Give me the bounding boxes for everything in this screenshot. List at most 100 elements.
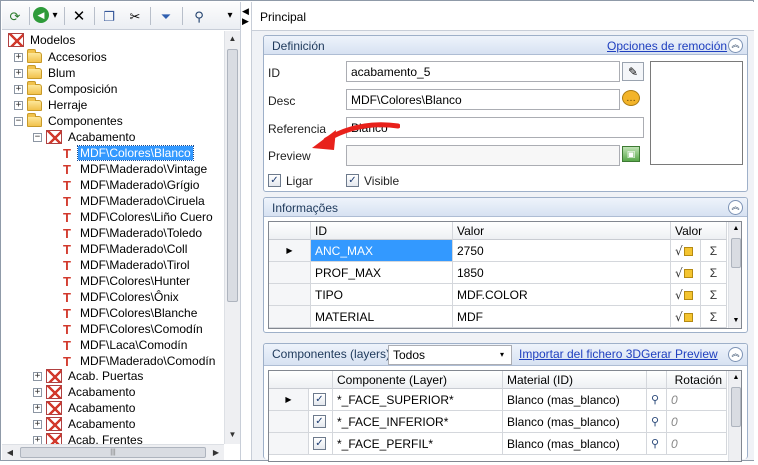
tree-item-componentes[interactable]: − Componentes [14, 112, 125, 129]
ligar-checkbox[interactable]: ✓ [268, 174, 281, 187]
back-icon[interactable]: ◀ [33, 7, 49, 23]
scroll-thumb[interactable] [731, 238, 741, 268]
delete-icon[interactable]: ✕ [70, 7, 88, 25]
tree-item-acabamento-child[interactable]: T MDF\Maderado\Comodín [60, 353, 217, 369]
grid-header-rotacion[interactable]: Rotación [667, 371, 727, 389]
move-down-icon[interactable]: ⏷ [157, 7, 175, 25]
comp-cell-material[interactable]: Blanco (mas_blanco) [503, 389, 647, 411]
tree-item-acab-puertas[interactable]: + Acab. Puertas [33, 368, 145, 384]
tree-item-acabamento-child[interactable]: T MDF\Maderado\Vintage [60, 161, 209, 177]
cut-icon[interactable]: ✂ [126, 7, 144, 25]
grid-header-material[interactable]: Material (ID) [503, 371, 647, 389]
sigma-icon[interactable]: Σ [701, 262, 727, 284]
info-cell-id[interactable]: TIPO [311, 284, 453, 306]
expand-icon[interactable]: + [33, 387, 42, 397]
row-selector[interactable]: ▶ [269, 389, 309, 411]
dropdown-arrow-icon[interactable]: ▾ [49, 7, 61, 25]
tree-item-acabamento-child[interactable]: T MDF\Maderado\Toledo [60, 225, 204, 241]
collapse-group-icon[interactable]: ︽ [728, 200, 743, 215]
collapse-group-icon[interactable]: ︽ [728, 38, 743, 53]
expand-icon[interactable]: + [14, 68, 23, 78]
tree-item-acabamento-child[interactable]: T MDF\Colores\Blanche [60, 305, 199, 321]
tree-item-acabamento-child[interactable]: T MDF\Colores\Liño Cuero [60, 209, 215, 225]
tree-item-acabamento[interactable]: + Acabamento [33, 416, 137, 432]
row-selector[interactable] [269, 306, 311, 328]
scroll-thumb[interactable]: ||| [20, 447, 206, 458]
collapse-left-icon[interactable]: ◀ [242, 6, 249, 16]
comp-cell-rotacion[interactable]: 0 [667, 411, 727, 433]
tree-item-accesorios[interactable]: + Accesorios [14, 48, 109, 65]
scroll-up-icon[interactable]: ▲ [729, 222, 741, 236]
info-cell-valor[interactable]: MDF [453, 306, 671, 328]
expand-icon[interactable]: + [33, 371, 42, 381]
sigma-icon[interactable]: Σ [701, 240, 727, 262]
info-cell-id[interactable]: ANC_MAX [311, 240, 453, 262]
tree-item-acabamento-child[interactable]: T MDF\Maderado\Ciruela [60, 193, 207, 209]
grid-header-valor[interactable]: Valor [453, 222, 671, 240]
row-selector[interactable] [269, 284, 311, 306]
chevron-down-icon[interactable]: ▾ [495, 348, 509, 362]
info-cell-id[interactable]: MATERIAL [311, 306, 453, 328]
comp-cell-rotacion[interactable]: 0 [667, 433, 727, 455]
gerar-preview-link[interactable]: Gerar Preview [641, 347, 718, 361]
tree-vertical-scrollbar[interactable]: ▲ ▼ [224, 31, 240, 444]
expand-icon[interactable]: + [33, 419, 42, 429]
image-icon[interactable]: ▣ [622, 146, 640, 162]
scroll-down-icon[interactable]: ▼ [225, 427, 240, 443]
binoculars-icon[interactable]: ⚲ [647, 433, 667, 455]
grid-header-componente[interactable]: Componente (Layer) [333, 371, 503, 389]
tree-item-acabamento-child[interactable]: T MDF\Maderado\Coll [60, 241, 189, 257]
collapse-icon[interactable]: − [33, 132, 42, 142]
opciones-remocion-link[interactable]: Opciones de remoción [607, 39, 727, 53]
tree-root[interactable]: Modelos [8, 32, 77, 48]
formula-icon[interactable]: √ [671, 262, 701, 284]
id-field[interactable]: acabamento_5 [346, 61, 620, 82]
copy-icon[interactable]: ❐ [100, 7, 118, 25]
tree-horizontal-scrollbar[interactable]: ◀ ||| ▶ [2, 444, 224, 460]
binoculars-icon[interactable]: ⚲ [647, 411, 667, 433]
expand-icon[interactable]: + [33, 435, 42, 444]
comp-cell-material[interactable]: Blanco (mas_blanco) [503, 433, 647, 455]
comp-cell-rotacion[interactable]: 0 [667, 389, 727, 411]
sigma-icon[interactable]: Σ [701, 284, 727, 306]
row-selector[interactable] [269, 411, 309, 433]
expand-icon[interactable]: + [14, 52, 23, 62]
info-cell-valor[interactable]: MDF.COLOR [453, 284, 671, 306]
formula-icon[interactable]: √ [671, 240, 701, 262]
expand-right-icon[interactable]: ▶ [242, 16, 249, 26]
comp-cell-componente[interactable]: *_FACE_INFERIOR* [333, 411, 503, 433]
row-selector[interactable]: ▶ [269, 240, 311, 262]
tree-item-acab-frentes[interactable]: + Acab. Frentes [33, 432, 145, 444]
tree-item-acabamento[interactable]: − Acabamento [33, 129, 137, 145]
collapse-group-icon[interactable]: ︽ [728, 347, 743, 362]
scroll-down-icon[interactable]: ▼ [729, 314, 741, 328]
overflow-icon[interactable]: ▾ [224, 7, 236, 25]
layer-filter-select[interactable]: Todos ▾ [388, 345, 512, 365]
expand-icon[interactable]: + [14, 100, 23, 110]
scroll-left-icon[interactable]: ◀ [2, 445, 18, 460]
scroll-up-icon[interactable]: ▲ [729, 371, 741, 385]
tree-item-acabamento[interactable]: + Acabamento [33, 384, 137, 400]
scroll-thumb[interactable] [731, 387, 741, 427]
tree-item-acabamento-child[interactable]: T MDF\Maderado\Tirol [60, 257, 192, 273]
sigma-icon[interactable]: Σ [701, 306, 727, 328]
tree-item-acabamento-child[interactable]: T MDF\Colores\Hunter [60, 273, 192, 289]
info-cell-id[interactable]: PROF_MAX [311, 262, 453, 284]
tree-item-acabamento[interactable]: + Acabamento [33, 400, 137, 416]
tree-item-acabamento-child[interactable]: T MDF\Colores\Ônix [60, 289, 181, 305]
comp-cell-componente[interactable]: *_FACE_SUPERIOR* [333, 389, 503, 411]
pane-splitter[interactable]: ◀ ▶ [240, 2, 252, 460]
desc-field[interactable]: MDF\Colores\Blanco [346, 89, 620, 110]
tree-item-herraje[interactable]: + Herraje [14, 96, 89, 113]
tree-item-acabamento-child[interactable]: T MDF\Laca\Comodín [60, 337, 189, 353]
tree-item-acabamento-child[interactable]: T MDF\Maderado\Grígio [60, 177, 201, 193]
tree-item-acabamento-child[interactable]: T MDF\Colores\Comodín [60, 321, 205, 337]
tree-item-blum[interactable]: + Blum [14, 64, 77, 81]
grid-vertical-scrollbar[interactable]: ▲ [728, 371, 741, 461]
info-cell-valor[interactable]: 2750 [453, 240, 671, 262]
tree-item-composicion[interactable]: + Composición [14, 80, 119, 97]
scroll-up-icon[interactable]: ▲ [225, 31, 240, 47]
row-checkbox[interactable]: ✓ [313, 393, 326, 406]
row-checkbox[interactable]: ✓ [313, 415, 326, 428]
scroll-thumb[interactable] [227, 49, 238, 302]
